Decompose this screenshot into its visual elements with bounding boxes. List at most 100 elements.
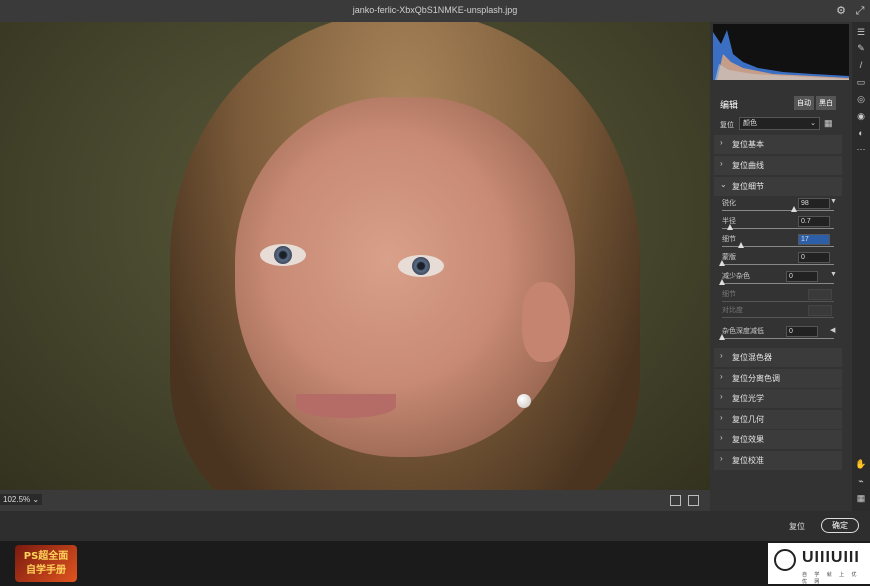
zoom-value: 102.5% [3, 495, 31, 504]
noise-slider[interactable] [722, 283, 834, 284]
sharpen-row: 锐化 98 ▼ [722, 198, 838, 214]
brush-icon[interactable]: / [855, 59, 867, 71]
noise-label: 减少杂色 [722, 273, 750, 280]
edit-heading: 编辑 [720, 100, 739, 110]
radius-row: 半径 0.7 [722, 216, 838, 232]
noise-contrast-row: 对比度 [722, 305, 838, 321]
profile-value: 颜色 [743, 120, 757, 127]
section-basic[interactable]: › 复位基本 [714, 135, 842, 154]
sliders-icon[interactable]: ☰ [855, 26, 867, 38]
mask-slider-thumb[interactable] [719, 260, 725, 266]
noise-detail-row: 细节 [722, 289, 838, 305]
radial-filter-icon[interactable]: ◎ [855, 93, 867, 105]
noise-detail-value [808, 289, 832, 300]
gradient-icon[interactable]: ▭ [855, 76, 867, 88]
sharpen-slider[interactable] [722, 210, 834, 211]
photo-earring [517, 394, 531, 408]
triangle-down-icon[interactable]: ▼ [830, 198, 837, 205]
brand-name: UIIIUIII [802, 549, 860, 566]
more-icon[interactable]: ⋯ [855, 143, 867, 155]
photo-right-eye [398, 255, 444, 277]
chevron-right-icon: › [720, 138, 723, 147]
chevron-right-icon: › [720, 351, 723, 360]
zoom-bar: 102.5% ⌄ [0, 490, 710, 511]
chevron-right-icon: › [720, 392, 723, 401]
radius-slider[interactable] [722, 228, 834, 229]
triangle-left-icon[interactable]: ◀ [830, 326, 835, 334]
chevron-right-icon: › [720, 372, 723, 381]
section-split-tone[interactable]: › 复位分离色调 [714, 369, 842, 388]
grid-icon[interactable]: ▦ [855, 492, 867, 504]
section-label: 复位混色器 [732, 353, 772, 362]
ok-button[interactable]: 确定 [821, 518, 859, 533]
profile-browser-icon[interactable]: ▦ [824, 118, 833, 129]
color-noise-slider[interactable] [722, 338, 834, 339]
sharpen-slider-thumb[interactable] [791, 206, 797, 212]
section-label: 复位光学 [732, 394, 764, 403]
noise-detail-slider [722, 301, 834, 302]
sharpen-value[interactable]: 98 [798, 198, 830, 209]
section-mixer[interactable]: › 复位混色器 [714, 348, 842, 367]
red-eye-icon[interactable]: ◉ [855, 110, 867, 122]
tool-bar: ☰ ✎ / ▭ ◎ ◉ ◐ ⋯ ✋ ⌁ ▦ [852, 22, 870, 511]
photo-left-eye [260, 244, 306, 266]
radius-value[interactable]: 0.7 [798, 216, 830, 227]
black-white-button[interactable]: 黑白 [816, 96, 836, 110]
reset-button[interactable]: 复位 [789, 521, 805, 532]
section-label: 复位分离色调 [732, 374, 780, 383]
gear-icon[interactable]: ⚙ [834, 4, 848, 18]
detail-label: 细节 [722, 236, 736, 243]
promo-line-1: PS超全面 [23, 551, 69, 562]
snapshot-icon[interactable]: ◐ [855, 127, 867, 139]
color-noise-row: 杂色深度减低 0 ◀ [719, 326, 838, 342]
color-noise-value[interactable]: 0 [786, 326, 818, 337]
brand-tagline: 自 学 就 上 优 优 网 [802, 572, 860, 585]
section-label: 复位曲线 [732, 161, 764, 170]
auto-button[interactable]: 自动 [794, 96, 814, 110]
eyedropper-icon[interactable]: ⌁ [855, 475, 867, 487]
adjustment-panel: 编辑 自动 黑白 复位 颜色 ⌄ ▦ › 复位基本 › 复位曲线 ⌄ 复位细节 锐化 9… [710, 22, 852, 511]
compare-view-button[interactable] [688, 495, 699, 506]
section-calibration[interactable]: › 复位校准 [714, 451, 842, 470]
promo-badge: PS超全面 自学手册 [15, 545, 77, 582]
section-effects[interactable]: › 复位效果 [714, 430, 842, 449]
title-bar: janko-ferlic-XbxQbS1NMKE-unsplash.jpg ⚙ … [0, 0, 870, 22]
expand-icon[interactable]: ⤢ [853, 4, 867, 18]
section-geometry[interactable]: › 复位几何 [714, 410, 842, 429]
section-optics[interactable]: › 复位光学 [714, 389, 842, 408]
section-label: 复位效果 [732, 435, 764, 444]
section-label: 复位几何 [732, 415, 764, 424]
single-view-button[interactable] [670, 495, 681, 506]
photo-mouth [296, 394, 396, 418]
noise-value[interactable]: 0 [786, 271, 818, 282]
profile-select[interactable]: 颜色 ⌄ [739, 117, 820, 130]
section-detail[interactable]: ⌄ 复位细节 [714, 177, 842, 196]
noise-contrast-value [808, 305, 832, 316]
photo-ear [522, 282, 570, 362]
mask-row: 蒙版 0 [719, 252, 838, 268]
chevron-down-icon: ⌄ [720, 180, 727, 189]
promo-line-2: 自学手册 [26, 565, 66, 576]
mask-slider[interactable] [722, 264, 834, 265]
histogram-graph [713, 30, 849, 80]
section-curve[interactable]: › 复位曲线 [714, 156, 842, 175]
radius-slider-thumb[interactable] [727, 224, 733, 230]
detail-row: 细节 17 [722, 234, 838, 250]
section-label: 复位校准 [732, 456, 764, 465]
sharpen-label: 锐化 [722, 200, 736, 207]
detail-value[interactable]: 17 [798, 234, 830, 245]
hand-icon[interactable]: ✋ [855, 458, 867, 470]
detail-slider-thumb[interactable] [738, 242, 744, 248]
noise-contrast-slider [722, 317, 834, 318]
bottom-bar: 复位 确定 [0, 511, 870, 541]
profile-label: 复位 [720, 122, 734, 129]
zoom-select[interactable]: 102.5% ⌄ [0, 494, 43, 505]
healing-brush-icon[interactable]: ✎ [855, 42, 867, 54]
noise-detail-label: 细节 [722, 291, 736, 298]
section-label: 复位细节 [732, 182, 764, 191]
chevron-right-icon: › [720, 454, 723, 463]
color-noise-slider-thumb[interactable] [719, 334, 725, 340]
noise-slider-thumb[interactable] [719, 279, 725, 285]
triangle-down-icon[interactable]: ▼ [830, 271, 837, 278]
mask-value[interactable]: 0 [798, 252, 830, 263]
